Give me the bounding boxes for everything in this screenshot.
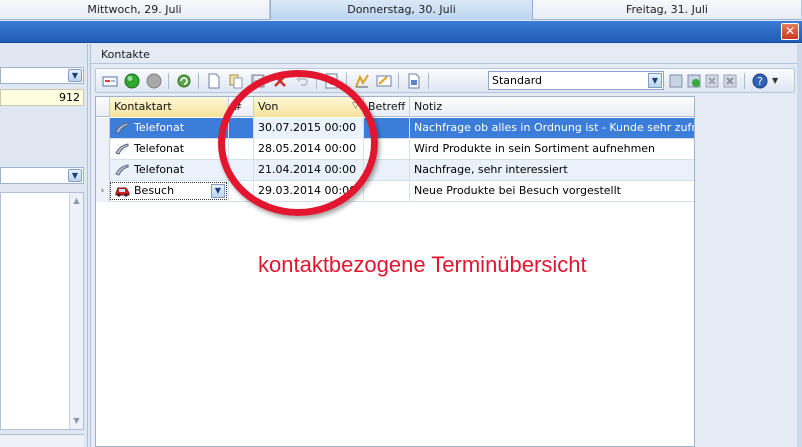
table-row[interactable]: Telefonat 21.04.2014 00:00 Nachfrage, se… (96, 160, 694, 181)
day-tab-wednesday[interactable]: Mittwoch, 29. Juli (0, 0, 270, 20)
print-preview-icon[interactable] (406, 73, 422, 89)
help-dropdown-icon[interactable]: ▼ (772, 76, 778, 85)
green-status-icon[interactable] (124, 73, 140, 89)
header-kontaktart[interactable]: Kontaktart (110, 97, 229, 117)
kontaktart-label: Besuch (134, 184, 175, 197)
svg-text:?: ? (757, 75, 763, 88)
cell-kontaktart[interactable]: Besuch ▼ (110, 181, 229, 202)
count-field: 912 (0, 89, 84, 106)
window-title-bar: ✕ (0, 21, 802, 43)
kontaktart-label: Telefonat (134, 142, 185, 155)
divider (91, 63, 799, 64)
toolbar-separator (198, 73, 199, 89)
toolbar: Standard ▼ ? ▼ (95, 68, 795, 93)
edit-icon[interactable] (376, 73, 392, 89)
cell-notiz: Nachfrage ob alles in Ordnung ist - Kund… (410, 118, 694, 139)
copy-icon[interactable] (228, 73, 244, 89)
right-edge-scrollbar[interactable] (797, 44, 802, 447)
add-view-icon[interactable] (686, 73, 702, 89)
kontaktart-label: Telefonat (134, 163, 185, 176)
phone-icon (115, 143, 129, 155)
view-select-value: Standard (492, 74, 543, 87)
day-tab-friday[interactable]: Freitag, 31. Juli (533, 0, 802, 20)
save-view-icon[interactable] (668, 73, 684, 89)
row-selector[interactable] (96, 139, 110, 160)
grid-header: Kontaktart # Von ▽ Betreff Notiz (96, 97, 694, 117)
cell-notiz: Neue Produkte bei Besuch vorgestellt (410, 181, 694, 202)
cell-kontaktart: Telefonat (110, 139, 229, 160)
row-selector[interactable]: › (96, 181, 110, 202)
kontaktart-combo[interactable]: Besuch ▼ (110, 182, 227, 200)
toolbar-separator (428, 73, 429, 89)
toolbar-separator (744, 73, 745, 89)
chevron-down-icon[interactable]: ▼ (211, 184, 225, 198)
cell-notiz: Nachfrage, sehr interessiert (410, 160, 694, 181)
panel-title: Kontakte (101, 48, 150, 61)
cell-kontaktart: Telefonat (110, 118, 229, 139)
row-selector[interactable] (96, 160, 110, 181)
table-row[interactable]: Telefonat 30.07.2015 00:00 Nachfrage ob … (96, 118, 694, 139)
cell-kontaktart: Telefonat (110, 160, 229, 181)
toolbar-separator (168, 73, 169, 89)
annotation-text: kontaktbezogene Terminübersicht (258, 252, 587, 277)
day-tab-thursday[interactable]: Donnerstag, 30. Juli (270, 0, 533, 20)
gray-status-icon[interactable] (146, 73, 162, 89)
close-button[interactable]: ✕ (781, 23, 799, 40)
header-row-selector (96, 97, 110, 117)
toolbar-separator (398, 73, 399, 89)
left-list[interactable]: ▲ ▼ (0, 192, 84, 430)
close-icon: ✕ (784, 24, 796, 38)
help-icon[interactable]: ? (752, 73, 768, 89)
scroll-up-icon[interactable]: ▲ (71, 195, 82, 207)
chevron-down-icon[interactable]: ▼ (68, 169, 82, 182)
message-icon[interactable] (102, 73, 118, 89)
current-row-icon: › (100, 186, 105, 196)
contacts-panel: Kontakte Standard ▼ ? ▼ Kontaktart # Von… (90, 44, 799, 447)
chevron-down-icon[interactable]: ▼ (68, 69, 82, 82)
new-document-icon[interactable] (206, 73, 222, 89)
chevron-down-icon[interactable]: ▼ (648, 73, 662, 88)
row-selector[interactable] (96, 118, 110, 139)
refresh-icon[interactable] (176, 73, 192, 89)
delete-view-icon[interactable] (722, 73, 738, 89)
table-row[interactable]: › Besuch ▼ 29.03.2014 00:00 Neue Produkt… (96, 181, 694, 202)
remove-view-icon[interactable] (704, 73, 720, 89)
phone-icon (115, 122, 129, 134)
highlight-circle (218, 70, 378, 216)
scroll-down-icon[interactable]: ▼ (71, 415, 82, 427)
kontaktart-label: Telefonat (134, 121, 185, 134)
table-row[interactable]: Telefonat 28.05.2014 00:00 Wird Produkte… (96, 139, 694, 160)
day-header: Mittwoch, 29. Juli Donnerstag, 30. Juli … (0, 0, 802, 20)
left-scrollbar[interactable]: ▲ ▼ (69, 193, 83, 429)
left-combo-bottom[interactable]: ▼ (0, 167, 84, 184)
left-footer (0, 434, 84, 447)
left-combo-top[interactable]: ▼ (0, 67, 84, 84)
cell-betreff (364, 181, 410, 202)
car-icon (115, 187, 130, 197)
cell-notiz: Wird Produkte in sein Sortiment aufnehme… (410, 139, 694, 160)
left-panel: ▼ 912 ▼ ▲ ▼ (0, 44, 88, 447)
phone-icon (115, 164, 129, 176)
header-notiz[interactable]: Notiz (410, 97, 694, 117)
chart-icon[interactable] (354, 73, 370, 89)
view-select[interactable]: Standard ▼ (488, 71, 664, 90)
